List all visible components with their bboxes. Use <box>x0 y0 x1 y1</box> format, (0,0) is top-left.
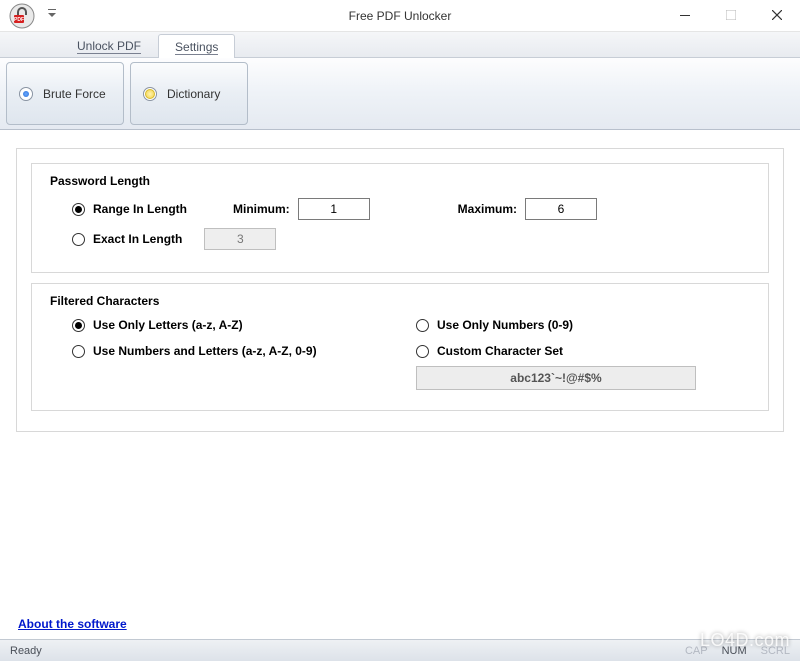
option-label: Use Only Numbers (0-9) <box>437 318 573 332</box>
option-custom-charset[interactable]: Custom Character Set <box>416 344 750 358</box>
tab-label: Unlock PDF <box>77 39 141 54</box>
mode-label: Brute Force <box>43 87 106 101</box>
minimize-button[interactable] <box>662 0 708 30</box>
radio-unselected-icon <box>143 87 157 101</box>
minimum-label: Minimum: <box>233 202 290 216</box>
mode-label: Dictionary <box>167 87 220 101</box>
custom-charset-input <box>416 366 696 390</box>
status-cap: CAP <box>685 645 708 657</box>
content-area: Password Length Range In Length Minimum:… <box>0 130 800 440</box>
svg-text:PDF: PDF <box>14 17 24 23</box>
radio-icon <box>416 345 429 358</box>
tab-unlock-pdf[interactable]: Unlock PDF <box>60 33 158 57</box>
password-length-group: Password Length Range In Length Minimum:… <box>31 163 769 273</box>
option-label: Custom Character Set <box>437 344 563 358</box>
window-controls <box>662 0 800 30</box>
settings-container: Password Length Range In Length Minimum:… <box>16 148 784 432</box>
radio-icon <box>72 319 85 332</box>
option-numbers-and-letters[interactable]: Use Numbers and Letters (a-z, A-Z, 0-9) <box>72 344 406 358</box>
filtered-characters-group: Filtered Characters Use Only Letters (a-… <box>31 283 769 411</box>
exact-length-input <box>204 228 276 250</box>
exact-in-length-row: Exact In Length <box>72 228 750 250</box>
maximize-button[interactable] <box>708 0 754 30</box>
statusbar: Ready CAP NUM SCRL <box>0 639 800 661</box>
minimum-input[interactable] <box>298 198 370 220</box>
status-scrl: SCRL <box>761 645 790 657</box>
ribbon-panel: Brute Force Dictionary <box>0 58 800 130</box>
option-only-letters[interactable]: Use Only Letters (a-z, A-Z) <box>72 318 406 332</box>
status-num: NUM <box>722 645 747 657</box>
qat-dropdown-icon[interactable] <box>48 9 56 22</box>
tab-label: Settings <box>175 40 218 55</box>
radio-icon <box>72 345 85 358</box>
radio-exact-in-length[interactable] <box>72 233 85 246</box>
about-link[interactable]: About the software <box>18 617 127 631</box>
radio-label: Range In Length <box>93 202 187 216</box>
tab-settings[interactable]: Settings <box>158 34 235 58</box>
ribbon-tabs: Unlock PDF Settings <box>0 32 800 58</box>
option-label: Use Numbers and Letters (a-z, A-Z, 0-9) <box>93 344 317 358</box>
close-button[interactable] <box>754 0 800 30</box>
radio-selected-icon <box>19 87 33 101</box>
option-only-numbers[interactable]: Use Only Numbers (0-9) <box>416 318 750 332</box>
group-title: Filtered Characters <box>50 294 750 308</box>
mode-brute-force[interactable]: Brute Force <box>6 62 124 125</box>
range-in-length-row: Range In Length Minimum: Maximum: <box>72 198 750 220</box>
radio-label: Exact In Length <box>93 232 182 246</box>
group-title: Password Length <box>50 174 750 188</box>
titlebar: PDF Free PDF Unlocker <box>0 0 800 32</box>
radio-icon <box>416 319 429 332</box>
radio-range-in-length[interactable] <box>72 203 85 216</box>
option-label: Use Only Letters (a-z, A-Z) <box>93 318 243 332</box>
status-text: Ready <box>10 645 42 657</box>
maximum-input[interactable] <box>525 198 597 220</box>
app-icon: PDF <box>8 2 36 30</box>
window-title: Free PDF Unlocker <box>349 9 452 23</box>
maximum-label: Maximum: <box>458 202 517 216</box>
mode-dictionary[interactable]: Dictionary <box>130 62 248 125</box>
